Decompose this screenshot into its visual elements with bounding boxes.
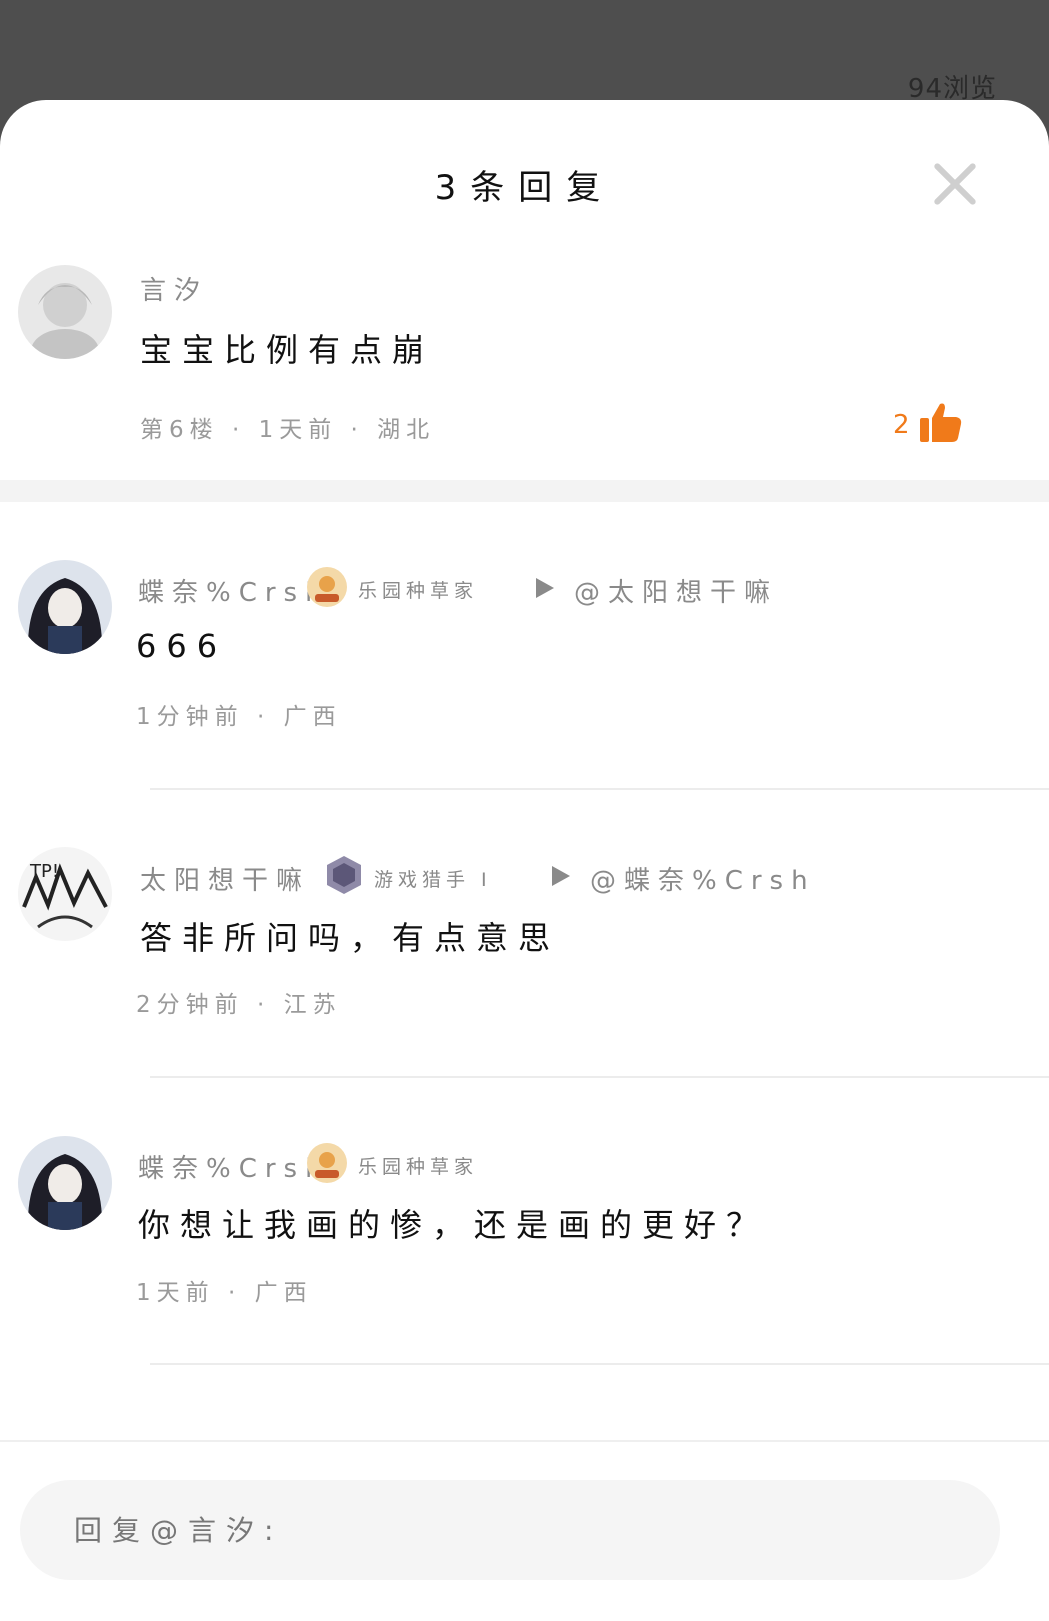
thumbs-up-icon[interactable] <box>918 400 964 446</box>
avatar[interactable]: TP! <box>18 847 112 941</box>
replies-sheet: 3条回复 言汐 宝宝比例有点崩 第6楼 · 1天前 · 湖北 2 蝶奈%Crsh… <box>0 100 1049 1621</box>
avatar[interactable] <box>18 1136 112 1230</box>
reply-meta: 1天前 · 广西 <box>136 1280 313 1306</box>
username[interactable]: 言汐 <box>140 270 208 307</box>
mention-user[interactable]: @太阳想干嘛 <box>574 572 778 609</box>
badge-icon <box>306 566 348 608</box>
reply-text: 666 <box>136 627 228 665</box>
mention-user[interactable]: @蝶奈%Crsh <box>590 860 816 897</box>
badge-icon <box>323 854 365 896</box>
reply-text: 你想让我画的惨，还是画的更好？ <box>138 1206 769 1244</box>
sheet-title: 3条回复 <box>434 168 615 208</box>
divider <box>150 1076 1049 1078</box>
divider <box>150 1363 1049 1365</box>
like-count: 2 <box>893 410 910 440</box>
reply-arrow-icon <box>552 866 570 886</box>
divider <box>150 788 1049 790</box>
close-icon[interactable] <box>933 162 977 206</box>
reply-input[interactable] <box>20 1480 1000 1580</box>
badge-label: 游戏猎手 I <box>374 869 492 891</box>
username[interactable]: 蝶奈%Crsh <box>138 572 330 609</box>
badge-icon <box>306 1142 348 1184</box>
comment-text: 宝宝比例有点崩 <box>140 331 435 369</box>
reply-meta: 2分钟前 · 江苏 <box>136 992 342 1018</box>
avatar[interactable] <box>18 265 112 359</box>
svg-text:TP!: TP! <box>29 861 59 882</box>
reply-text: 答非所问吗，有点意思 <box>140 919 561 957</box>
reply-arrow-icon <box>536 578 554 598</box>
username[interactable]: 蝶奈%Crsh <box>138 1148 330 1185</box>
section-divider <box>0 480 1049 502</box>
comment-meta: 第6楼 · 1天前 · 湖北 <box>140 417 436 443</box>
reply-meta: 1分钟前 · 广西 <box>136 704 342 730</box>
badge-label: 乐园种草家 <box>358 580 479 602</box>
badge-label: 乐园种草家 <box>358 1156 479 1178</box>
username[interactable]: 太阳想干嘛 <box>140 860 310 897</box>
avatar[interactable] <box>18 560 112 654</box>
footer-divider <box>0 1440 1049 1442</box>
